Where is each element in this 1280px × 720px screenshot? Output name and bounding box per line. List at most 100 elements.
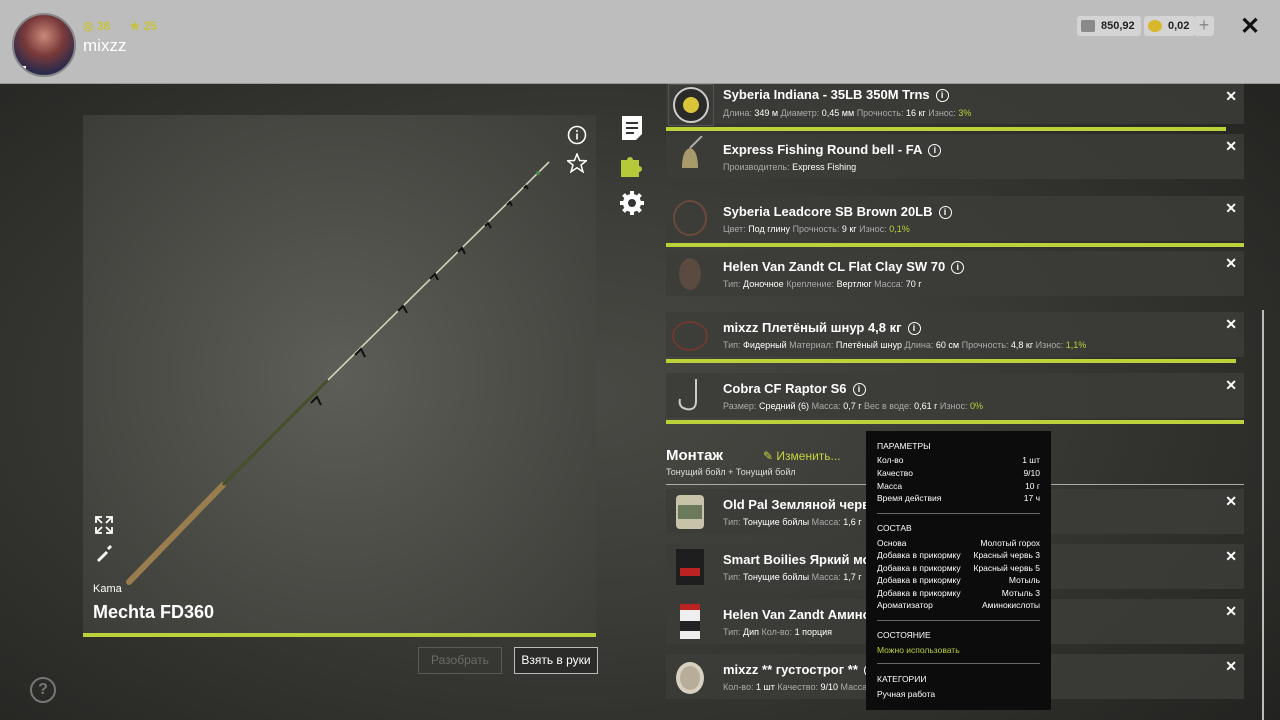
item-hook[interactable]: Cobra CF Raptor S6 i Размер: Средний (6) … (666, 373, 1244, 418)
item-props: Цвет: Под глину Прочность: 9 кг Износ: 0… (723, 224, 910, 234)
item-leader[interactable]: mixzz Плетёный шнур 4,8 кг i Тип: Фидерны… (666, 312, 1244, 357)
rod-brand: Kama (93, 583, 122, 595)
groundbait-ball-icon (676, 662, 704, 694)
close-button[interactable]: ✕ (1240, 12, 1260, 41)
take-in-hands-button[interactable]: Взять в руки (514, 647, 598, 674)
russia-flag-icon (16, 66, 26, 73)
remove-item-button[interactable]: ✕ (1225, 316, 1237, 333)
remove-item-button[interactable]: ✕ (1225, 493, 1237, 510)
tooltip-row: Основа Молотый горох (877, 538, 1040, 548)
scrollbar[interactable] (1262, 310, 1264, 720)
tooltip-params-header: ПАРАМЕТРЫ (877, 441, 931, 451)
item-props: Тип: Доночное Крепление: Вертлюг Масса: … (723, 279, 922, 289)
item-bell[interactable]: Express Fishing Round bell - FA i Произво… (666, 134, 1244, 179)
tooltip-state-header: СОСТОЯНИЕ (877, 630, 931, 640)
wear-bar (666, 359, 1236, 363)
remove-item-button[interactable]: ✕ (1225, 603, 1237, 620)
tooltip-row: Добавка в прикормку Мотыль (877, 575, 1040, 585)
disassemble-button[interactable]: Разобрать (418, 647, 502, 674)
top-bar: ◎ 38 ★ 25 mixzz 850,92 0,02 + ✕ (0, 0, 1280, 84)
tooltip-row: Добавка в прикормку Красный червь 5 (877, 563, 1040, 573)
info-icon: i (935, 89, 949, 102)
tooltip-row: Добавка в прикормку Красный червь 3 (877, 550, 1040, 560)
remove-item-button[interactable]: ✕ (1225, 548, 1237, 565)
remove-item-button[interactable]: ✕ (1225, 255, 1237, 272)
tooltip-row: Масса 10 г (877, 481, 1040, 491)
dip-bottle-icon (680, 604, 700, 639)
tooltip-row: Время действия 17 ч (877, 493, 1040, 503)
boilie-bag-icon (676, 549, 704, 585)
item-title: mixzz ** густострог **i (723, 662, 877, 677)
item-title: Old Pal Земляной червь (723, 497, 879, 512)
rod-underline (83, 633, 596, 637)
tooltip-row: Ароматизатор Аминокислоты (877, 600, 1040, 610)
rating-indicator: ★ 25 (129, 19, 157, 33)
info-icon: i (907, 322, 921, 335)
rating-value: 25 (143, 19, 157, 33)
divider (877, 663, 1040, 664)
item-props: Кол-во: 1 шт Качество: 9/10 Масса: (723, 682, 870, 692)
remove-item-button[interactable]: ✕ (1225, 658, 1237, 675)
remove-item-button[interactable]: ✕ (1225, 377, 1237, 394)
braided-leader-icon (672, 321, 708, 351)
item-title: Helen Van Zandt CL Flat Clay SW 70 i (723, 259, 965, 274)
wear-bar (666, 243, 1244, 247)
item-title: Cobra CF Raptor S6 i (723, 381, 866, 396)
money-value: 850,92 (1101, 20, 1135, 32)
fishing-rod-image (126, 161, 550, 585)
document-icon[interactable] (618, 114, 646, 142)
info-icon: i (928, 144, 942, 157)
sinker-icon (679, 258, 701, 290)
item-props: Тип: Тонущие бойлы Масса: 1,7 г (723, 572, 862, 582)
item-props: Тип: Тонущие бойлы Масса: 1,6 г (723, 517, 862, 527)
item-leadcore[interactable]: Syberia Leadcore SB Brown 20LB i Цвет: По… (666, 196, 1244, 241)
leadcore-coil-icon (673, 200, 707, 236)
remove-item-button[interactable]: ✕ (1225, 200, 1237, 217)
item-props: Тип: Фидерный Материал: Плетёный шнур Дл… (723, 340, 1087, 350)
tooltip-composition-header: СОСТАВ (877, 523, 912, 533)
info-icon[interactable] (567, 125, 587, 145)
tooltip-row: Качество 9/10 (877, 468, 1040, 478)
tooltip-category: Ручная работа (877, 689, 936, 699)
tooltip-categories-header: КАТЕГОРИИ (877, 674, 927, 684)
avatar[interactable] (12, 13, 76, 77)
player-stats: ◎ 38 ★ 25 (83, 19, 173, 33)
item-sinker[interactable]: Helen Van Zandt CL Flat Clay SW 70 i Тип:… (666, 251, 1244, 296)
gold-coin-icon (1148, 20, 1162, 32)
gear-icon[interactable] (618, 189, 646, 217)
item-tooltip: ПАРАМЕТРЫ Кол-во 1 шт Качество 9/10 Масса 1… (866, 431, 1051, 710)
item-title: Express Fishing Round bell - FA i (723, 142, 942, 157)
edit-icon: ✎ (763, 449, 774, 463)
puzzle-icon[interactable] (618, 151, 646, 179)
edit-rod-icon[interactable] (94, 543, 114, 563)
expand-icon[interactable] (94, 515, 114, 535)
remove-item-button[interactable]: ✕ (1225, 88, 1237, 105)
montage-subtitle: Тонущий бойл + Тонущий бойл (666, 467, 796, 477)
wear-bar (666, 420, 1244, 424)
money-icon (1081, 20, 1095, 32)
level-value: 38 (96, 19, 111, 33)
montage-edit-button[interactable]: ✎ Изменить... (763, 449, 841, 463)
info-icon: i (852, 383, 866, 396)
rod-preview: Kama Mechta FD360 (83, 115, 596, 635)
montage-title: Монтаж (666, 447, 724, 464)
help-icon[interactable]: ? (30, 677, 56, 703)
add-gold-button[interactable]: + (1194, 16, 1214, 36)
gold-value: 0,02 (1168, 20, 1190, 32)
favorite-star-icon[interactable] (567, 153, 587, 173)
gold-balance: 0,02 (1144, 16, 1196, 36)
item-props: Размер: Средний (6) Масса: 0,7 г Вес в в… (723, 401, 983, 411)
rod-name: Mechta FD360 (93, 602, 215, 622)
remove-item-button[interactable]: ✕ (1225, 138, 1237, 155)
tooltip-row: Добавка в прикормку Мотыль 3 (877, 588, 1040, 598)
info-icon: i (938, 206, 952, 219)
divider (877, 513, 1040, 514)
item-line[interactable]: Syberia Indiana - 35LB 350M Trns i Длина:… (666, 84, 1244, 126)
boilie-jar-icon (676, 495, 704, 529)
item-title: Syberia Leadcore SB Brown 20LB i (723, 204, 952, 219)
divider (877, 620, 1040, 621)
info-icon: i (951, 261, 965, 274)
hook-icon (678, 379, 697, 411)
item-title: mixzz Плетёный шнур 4,8 кг i (723, 320, 921, 335)
tooltip-state: Можно использовать (877, 645, 960, 655)
